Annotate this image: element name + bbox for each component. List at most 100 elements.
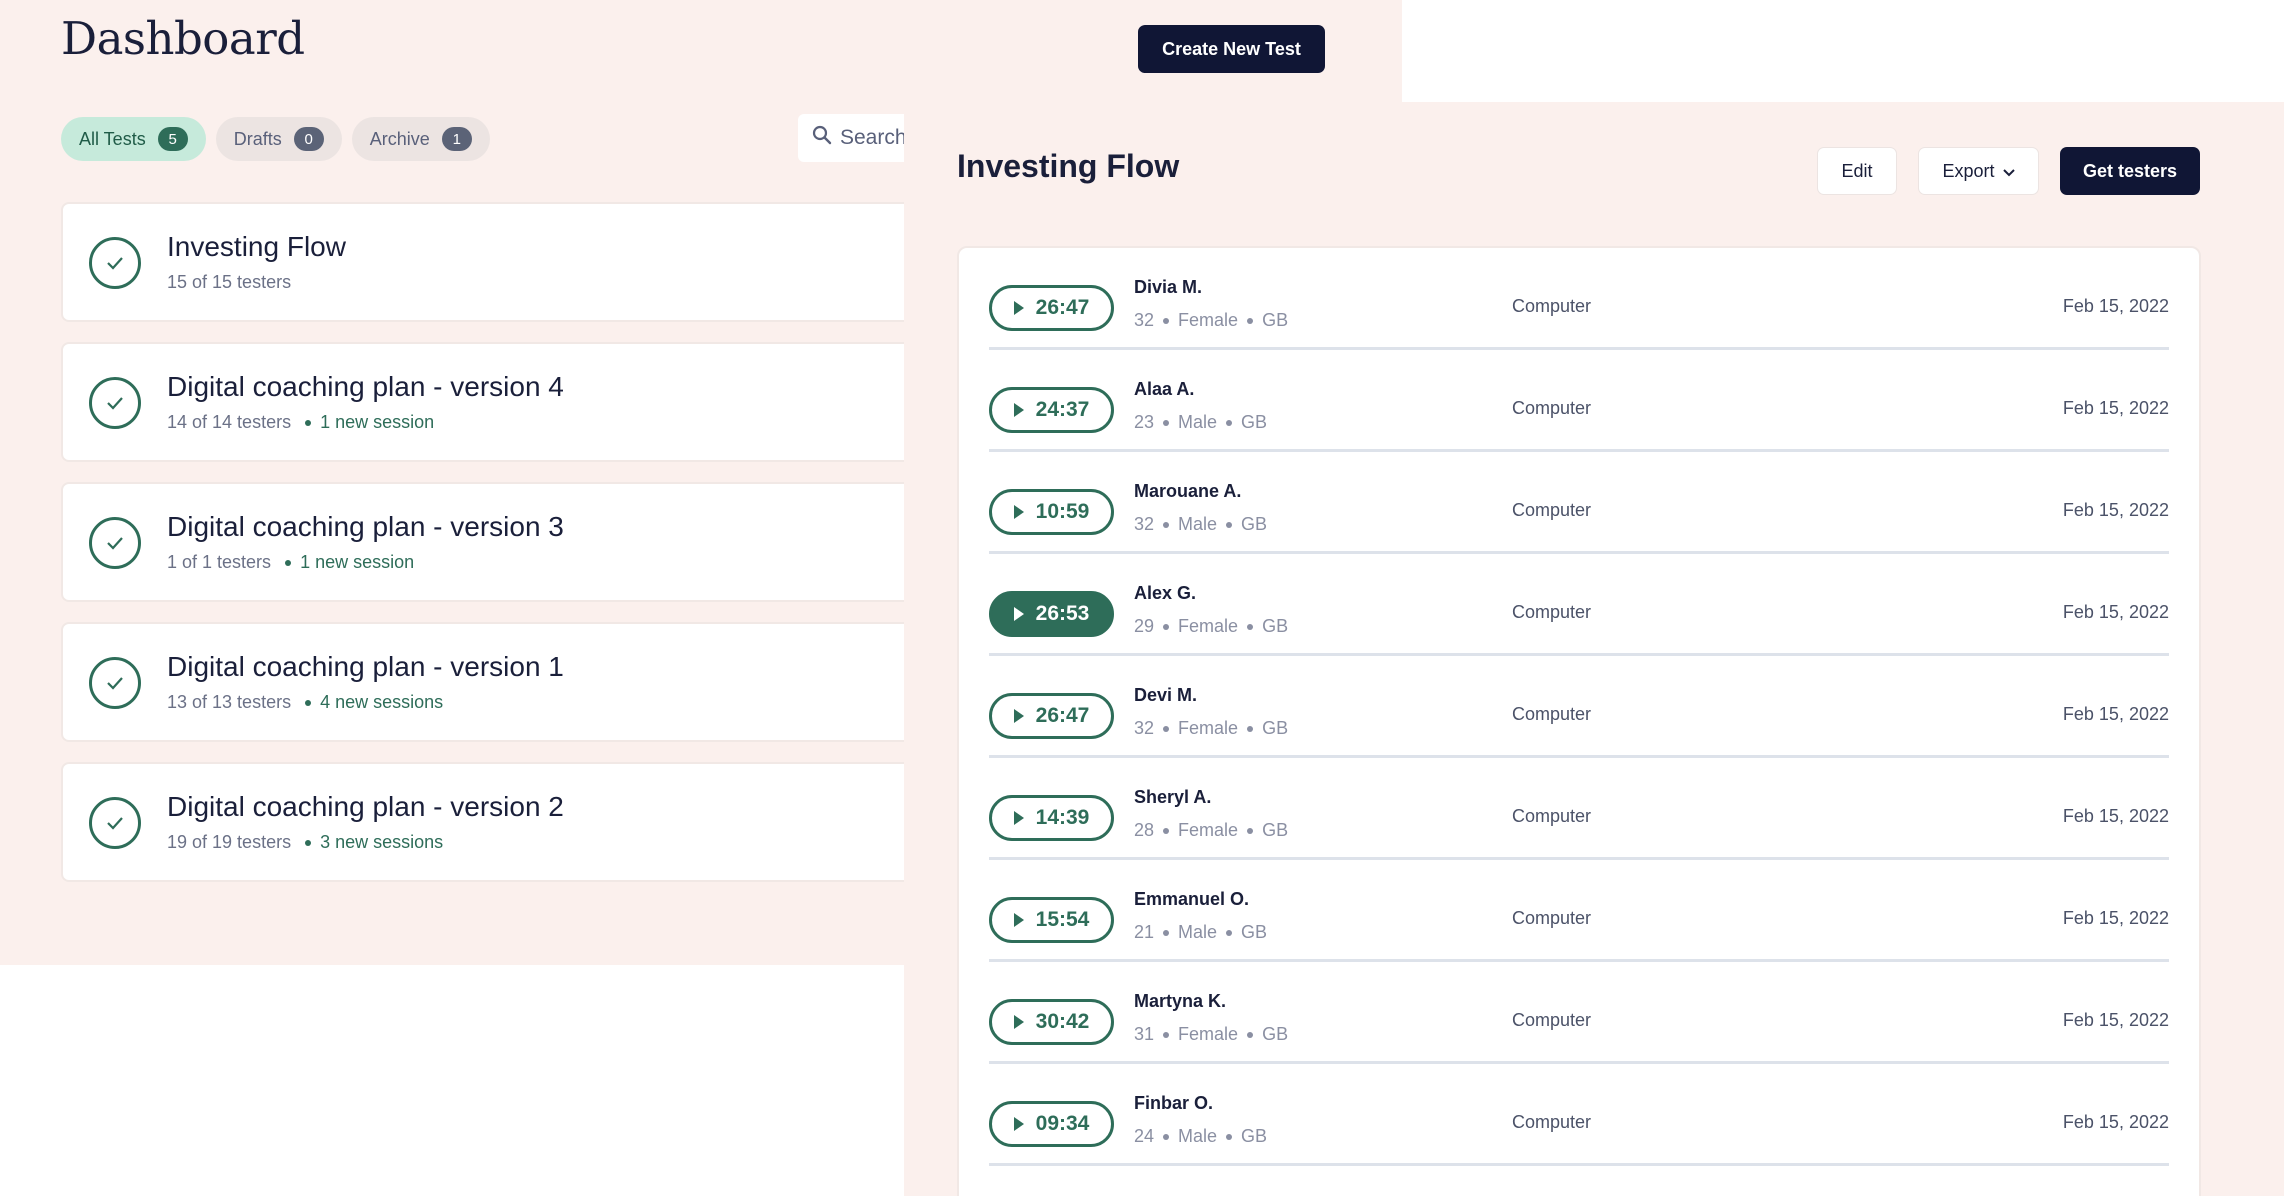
play-session-button[interactable]: 24:37 — [989, 387, 1114, 433]
dot-icon — [1163, 317, 1170, 324]
session-device: Computer — [1512, 908, 1592, 928]
tester-name: Alaa A. — [1134, 379, 1195, 399]
session-device: Computer — [1512, 398, 1592, 418]
test-card[interactable]: Digital coaching plan - version 2 19 of … — [61, 762, 904, 882]
tester-gender: Female — [1178, 310, 1239, 330]
play-session-button[interactable]: 26:53 — [989, 591, 1114, 637]
tester-meta: 32 Female GB — [1134, 718, 1288, 739]
tester-country: GB — [1262, 718, 1289, 738]
session-date: Feb 15, 2022 — [2062, 908, 2169, 928]
tester-country: GB — [1262, 310, 1289, 330]
tester-meta: 24 Male GB — [1134, 1126, 1267, 1147]
tester-meta: 32 Male GB — [1134, 514, 1267, 535]
tester-gender: Male — [1178, 922, 1218, 942]
play-session-button[interactable]: 10:59 — [989, 489, 1114, 535]
filter-drafts[interactable]: Drafts 0 — [215, 117, 342, 161]
tester-count: 15 of 15 testers — [167, 272, 292, 292]
tester-age: 28 — [1134, 820, 1155, 840]
session-date: Feb 15, 2022 — [2062, 398, 2169, 418]
dot-icon — [1247, 725, 1254, 732]
session-row[interactable]: 30:42 Martyna K. 31 Female GB Computer Feb… — [989, 962, 2169, 1064]
dot-icon — [1226, 929, 1233, 936]
create-new-test-button[interactable]: Create New Test — [1138, 25, 1325, 73]
session-row[interactable]: 26:47 Divia M. 32 Female GB Computer Feb 1… — [989, 248, 2169, 350]
play-session-button[interactable]: 14:39 — [989, 795, 1114, 841]
search-box[interactable] — [798, 114, 904, 162]
session-row[interactable]: 24:37 Alaa A. 23 Male GB Computer Feb 15, … — [989, 350, 2169, 452]
check-circle-icon — [89, 657, 141, 709]
search-input[interactable] — [840, 126, 904, 150]
tester-name: Alex G. — [1134, 583, 1197, 603]
session-row[interactable]: 14:39 Sheryl A. 28 Female GB Computer Feb … — [989, 758, 2169, 860]
new-sessions-label: 1 new session — [320, 412, 435, 432]
test-meta: 13 of 13 testers 4 new sessions — [167, 692, 443, 713]
test-card[interactable]: Digital coaching plan - version 1 13 of … — [61, 622, 904, 742]
check-circle-icon — [89, 797, 141, 849]
session-duration: 24:37 — [1035, 398, 1090, 421]
test-card[interactable]: Digital coaching plan - version 3 1 of 1… — [61, 482, 904, 602]
tester-meta: 21 Male GB — [1134, 922, 1267, 943]
session-row[interactable]: 26:47 Devi M. 32 Female GB Computer Feb 15… — [989, 656, 2169, 758]
session-device: Computer — [1512, 806, 1592, 826]
dot-icon — [285, 559, 292, 566]
search-icon — [812, 125, 832, 151]
play-session-button[interactable]: 09:34 — [989, 1101, 1114, 1147]
session-row[interactable]: 26:53 Alex G. 29 Female GB Computer Feb 15… — [989, 554, 2169, 656]
session-date: Feb 15, 2022 — [2062, 500, 2169, 520]
session-duration: 26:47 — [1035, 296, 1090, 319]
export-button[interactable]: Export — [1918, 147, 2039, 195]
tester-age: 31 — [1134, 1024, 1155, 1044]
test-card[interactable]: Investing Flow 15 of 15 testers — [61, 202, 904, 322]
play-session-button[interactable]: 26:47 — [989, 693, 1114, 739]
session-duration: 26:53 — [1035, 602, 1090, 625]
tester-meta: 28 Female GB — [1134, 820, 1288, 841]
tester-gender: Female — [1178, 718, 1239, 738]
session-device: Computer — [1512, 602, 1592, 622]
tester-count: 19 of 19 testers — [167, 832, 292, 852]
tester-name: Martyna K. — [1134, 991, 1227, 1011]
get-testers-button[interactable]: Get testers — [2060, 147, 2200, 195]
tester-country: GB — [1262, 820, 1289, 840]
filter-archive[interactable]: Archive 1 — [351, 117, 490, 161]
session-device: Computer — [1512, 500, 1592, 520]
tester-name: Divia M. — [1134, 277, 1203, 297]
play-icon — [1013, 913, 1024, 927]
dot-icon — [1163, 725, 1170, 732]
tester-gender: Female — [1178, 820, 1239, 840]
session-row[interactable]: 09:34 Finbar O. 24 Male GB Computer Feb 15… — [989, 1064, 2169, 1166]
tester-age: 24 — [1134, 1126, 1155, 1146]
tester-gender: Male — [1178, 1126, 1218, 1146]
play-session-button[interactable]: 26:47 — [989, 285, 1114, 331]
session-date: Feb 15, 2022 — [2062, 1112, 2169, 1132]
filter-all-tests[interactable]: All Tests 5 — [61, 117, 206, 161]
test-name: Digital coaching plan - version 1 — [167, 651, 564, 682]
tester-meta: 31 Female GB — [1134, 1024, 1288, 1045]
play-session-button[interactable]: 15:54 — [989, 897, 1114, 943]
session-duration: 09:34 — [1035, 1112, 1090, 1135]
session-date: Feb 15, 2022 — [2062, 806, 2169, 826]
tester-country: GB — [1262, 1024, 1289, 1044]
dot-icon — [1226, 419, 1233, 426]
tester-gender: Male — [1178, 514, 1218, 534]
tester-country: GB — [1241, 514, 1268, 534]
new-sessions-label: 3 new sessions — [320, 832, 444, 852]
play-icon — [1013, 1117, 1024, 1131]
tester-gender: Female — [1178, 1024, 1239, 1044]
play-icon — [1013, 811, 1024, 825]
session-duration: 30:42 — [1035, 1010, 1090, 1033]
dot-icon — [1226, 1133, 1233, 1140]
edit-button[interactable]: Edit — [1817, 147, 1897, 195]
session-device: Computer — [1512, 296, 1592, 316]
new-sessions-label: 1 new session — [300, 552, 415, 572]
test-list: Investing Flow 15 of 15 testers Digital … — [61, 202, 904, 902]
session-device: Computer — [1512, 704, 1592, 724]
tester-gender: Male — [1178, 412, 1218, 432]
session-row[interactable]: 10:59 Marouane A. 32 Male GB Computer Feb … — [989, 452, 2169, 554]
dot-icon — [1163, 419, 1170, 426]
new-sessions-label: 4 new sessions — [320, 692, 444, 712]
session-row[interactable]: 15:54 Emmanuel O. 21 Male GB Computer Feb … — [989, 860, 2169, 962]
play-session-button[interactable]: 30:42 — [989, 999, 1114, 1045]
check-circle-icon — [89, 237, 141, 289]
test-card[interactable]: Digital coaching plan - version 4 14 of … — [61, 342, 904, 462]
tester-count: 14 of 14 testers — [167, 412, 292, 432]
